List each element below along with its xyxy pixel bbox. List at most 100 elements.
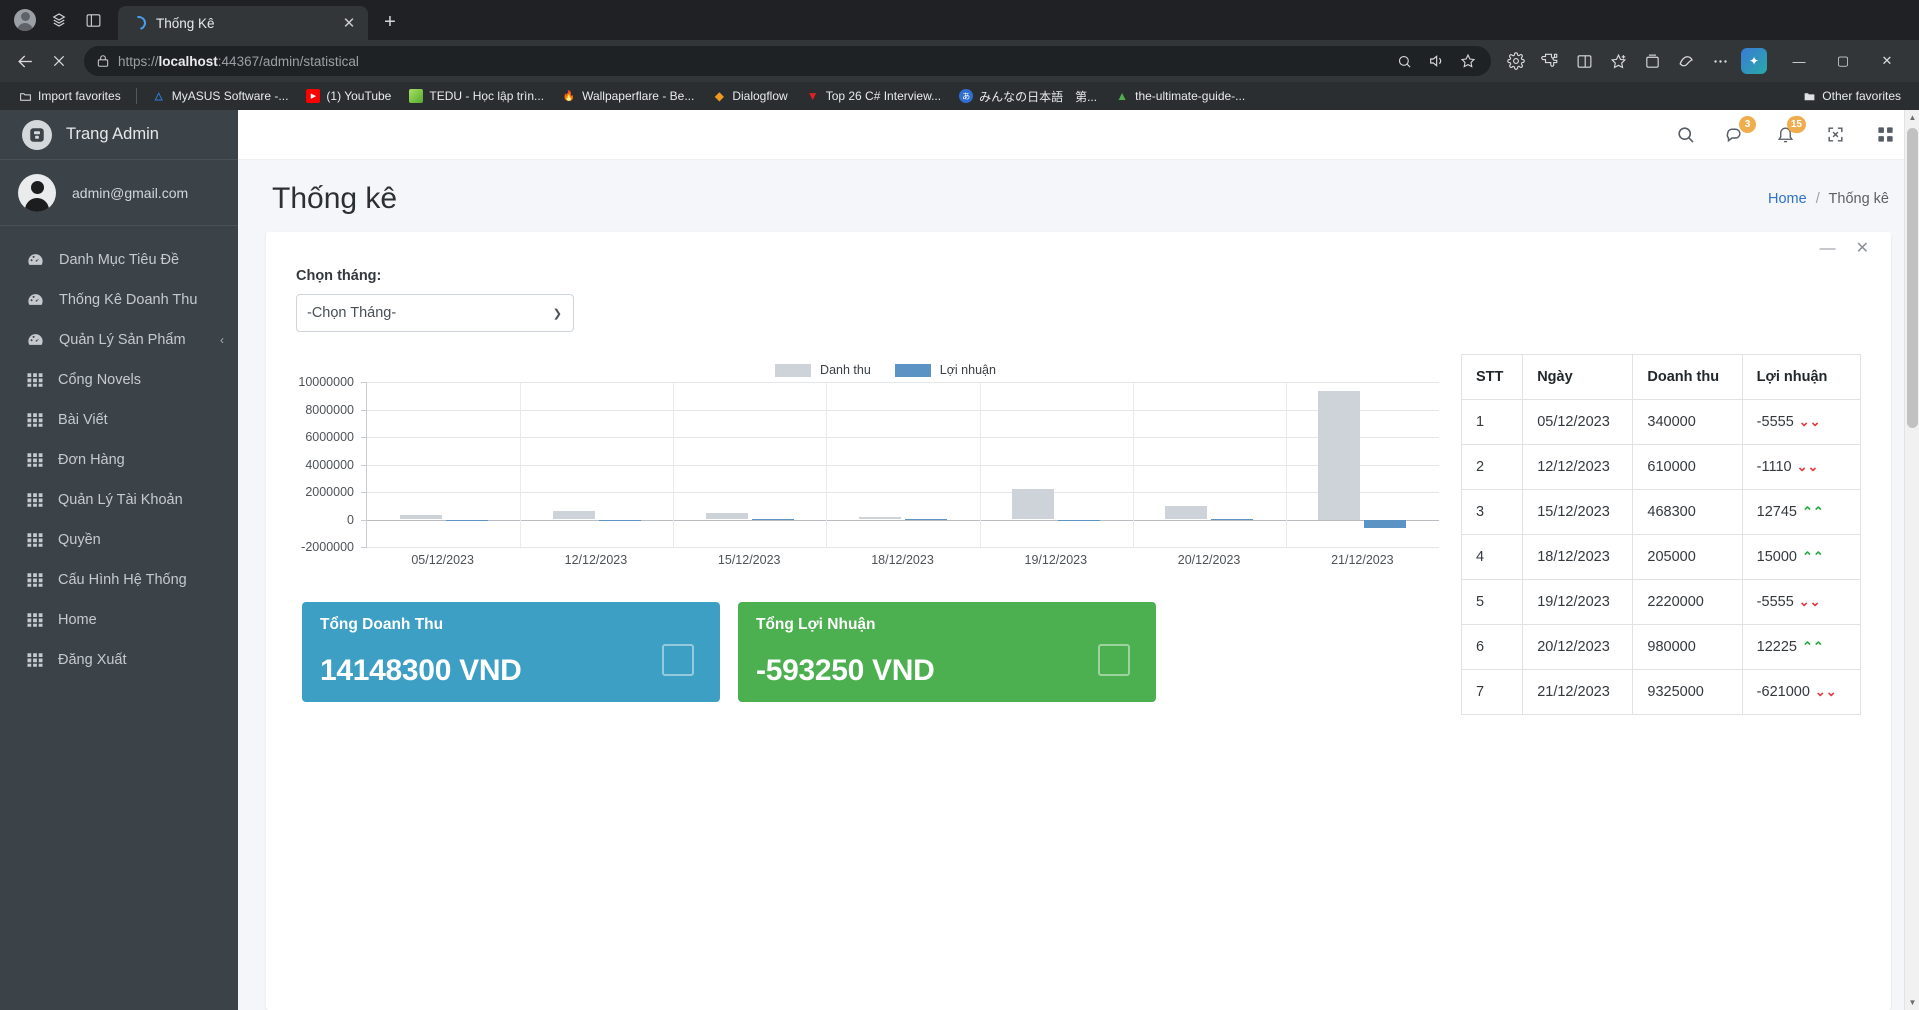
chart-bar-danh-thu[interactable] bbox=[858, 516, 901, 520]
chart-bar-lợi-nhuận[interactable] bbox=[598, 519, 641, 521]
sidebar-user[interactable]: admin@gmail.com bbox=[0, 160, 238, 226]
bookmark-item[interactable]: TEDU - Học lập trìn... bbox=[401, 86, 552, 106]
chevron-left-icon[interactable]: ‹ bbox=[220, 333, 224, 347]
summary-card-0[interactable]: Tổng Doanh Thu 14148300 VND bbox=[302, 602, 720, 702]
square-icon bbox=[662, 644, 694, 676]
close-window-button[interactable]: ✕ bbox=[1865, 40, 1909, 82]
chart-bar-danh-thu[interactable] bbox=[399, 514, 442, 520]
extensions-puzzle-icon[interactable] bbox=[1535, 46, 1565, 76]
chart-bar-danh-thu[interactable] bbox=[552, 511, 595, 520]
fullscreen-icon[interactable] bbox=[1823, 123, 1847, 147]
sidebar-item-3[interactable]: Cổng Novels bbox=[0, 360, 238, 400]
summary-card-1[interactable]: Tổng Lợi Nhuận -593250 VND bbox=[738, 602, 1156, 702]
sidebar-item-9[interactable]: Home bbox=[0, 600, 238, 640]
split-screen-icon[interactable] bbox=[76, 3, 110, 37]
table-row[interactable]: 6 20/12/2023 980000 12225 ⌃⌃ bbox=[1460, 624, 1862, 670]
table-cell-stt: 3 bbox=[1460, 489, 1524, 535]
month-select[interactable]: -Chọn Tháng- bbox=[296, 294, 574, 332]
bookmark-label: Top 26 C# Interview... bbox=[825, 89, 942, 103]
sidebar-item-1[interactable]: Thống Kê Doanh Thu bbox=[0, 280, 238, 320]
bookmark-item[interactable]: 🔥 Wallpaperflare - Be... bbox=[554, 86, 702, 106]
favorite-star-icon[interactable] bbox=[1453, 48, 1483, 74]
bookmark-item[interactable]: ◆ Dialogflow bbox=[704, 86, 795, 106]
apps-grid-icon[interactable] bbox=[1873, 123, 1897, 147]
chart-bar-danh-thu[interactable] bbox=[705, 513, 748, 520]
sidebar-item-label: Cấu Hình Hệ Thống bbox=[58, 572, 187, 588]
browser-essentials-icon[interactable] bbox=[1671, 46, 1701, 76]
table-cell-loinhuan: -5555 ⌄⌄ bbox=[1741, 579, 1862, 625]
chart-bar-lợi-nhuận[interactable] bbox=[1364, 519, 1407, 529]
browser-tab-active[interactable]: Thống Kê ✕ bbox=[118, 6, 368, 40]
chart-bar-lợi-nhuận[interactable] bbox=[1058, 519, 1101, 521]
table-row[interactable]: 5 19/12/2023 2220000 -5555 ⌄⌄ bbox=[1460, 579, 1862, 625]
messages-icon[interactable]: 3 bbox=[1723, 115, 1756, 147]
bookmark-item[interactable]: ▲ the-ultimate-guide-... bbox=[1107, 86, 1253, 106]
add-favorite-icon[interactable] bbox=[1603, 46, 1633, 76]
new-tab-button[interactable]: + bbox=[374, 6, 406, 38]
maximize-window-button[interactable]: ▢ bbox=[1821, 40, 1865, 82]
sidebar: Trang Admin admin@gmail.com Danh Mục Tiê… bbox=[0, 110, 238, 1010]
sidebar-item-5[interactable]: Đơn Hàng bbox=[0, 440, 238, 480]
trend-down-icon: ⌄⌄ bbox=[1798, 414, 1821, 429]
gauge-icon bbox=[26, 331, 45, 350]
bookmark-item[interactable]: あ みんなの日本語 第... bbox=[951, 85, 1105, 108]
bookmark-label: Import favorites bbox=[38, 89, 121, 103]
minimize-window-button[interactable]: — bbox=[1777, 40, 1821, 82]
profile-avatar-button[interactable] bbox=[8, 3, 42, 37]
grid-icon bbox=[26, 371, 44, 389]
settings-more-icon[interactable] bbox=[1705, 46, 1735, 76]
chart-bar-lợi-nhuận[interactable] bbox=[904, 519, 947, 521]
chart-bar-danh-thu[interactable] bbox=[1012, 488, 1055, 520]
split-tab-icon[interactable] bbox=[1569, 46, 1599, 76]
read-aloud-icon[interactable] bbox=[1421, 48, 1451, 74]
legend-item-1[interactable]: Lợi nhuận bbox=[894, 363, 996, 377]
sidebar-item-8[interactable]: Cấu Hình Hệ Thống bbox=[0, 560, 238, 600]
back-button-icon[interactable] bbox=[10, 46, 40, 76]
sidebar-item-2[interactable]: Quản Lý Sản Phẩm ‹ bbox=[0, 320, 238, 360]
chart-bar-danh-thu[interactable] bbox=[1165, 506, 1208, 520]
bookmark-item[interactable]: Import favorites bbox=[10, 86, 129, 106]
table-row[interactable]: 1 05/12/2023 340000 -5555 ⌄⌄ bbox=[1460, 399, 1862, 445]
sidebar-item-10[interactable]: Đăng Xuất bbox=[0, 640, 238, 680]
scroll-up-arrow-icon[interactable]: ▲ bbox=[1905, 110, 1919, 125]
grid-icon bbox=[26, 611, 44, 629]
search-icon[interactable] bbox=[1673, 123, 1697, 147]
other-favorites-button[interactable]: Other favorites bbox=[1794, 86, 1909, 106]
sidebar-item-6[interactable]: Quản Lý Tài Khoản bbox=[0, 480, 238, 520]
card-minimize-button[interactable]: — bbox=[1820, 241, 1836, 257]
scrollbar-thumb[interactable] bbox=[1907, 128, 1918, 428]
address-bar[interactable]: https://localhost:44367/admin/statistica… bbox=[84, 46, 1491, 76]
table-cell-doanhthu: 205000 bbox=[1632, 534, 1743, 580]
stop-loading-icon[interactable] bbox=[44, 46, 74, 76]
collections-icon[interactable] bbox=[1637, 46, 1667, 76]
table-row[interactable]: 7 21/12/2023 9325000 -621000 ⌄⌄ bbox=[1460, 669, 1862, 715]
bell-icon[interactable]: 15 bbox=[1773, 115, 1806, 147]
sidebar-item-7[interactable]: Quyền bbox=[0, 520, 238, 560]
bookmark-item[interactable]: ▶ (1) YouTube bbox=[298, 86, 399, 106]
extensions-settings-icon[interactable] bbox=[1501, 46, 1531, 76]
scroll-down-arrow-icon[interactable]: ▼ bbox=[1905, 995, 1919, 1010]
tab-close-icon[interactable]: ✕ bbox=[338, 12, 360, 34]
bookmark-item[interactable]: ▼ Top 26 C# Interview... bbox=[798, 86, 949, 106]
summary-card-title: Tổng Lợi Nhuận bbox=[756, 616, 876, 633]
search-in-page-icon[interactable] bbox=[1389, 48, 1419, 74]
card-close-button[interactable]: ✕ bbox=[1856, 241, 1869, 257]
table-row[interactable]: 4 18/12/2023 205000 15000 ⌃⌃ bbox=[1460, 534, 1862, 580]
sidebar-item-4[interactable]: Bài Viết bbox=[0, 400, 238, 440]
page-scrollbar[interactable]: ▲ ▼ bbox=[1904, 110, 1919, 1010]
sidebar-item-0[interactable]: Danh Mục Tiêu Đề bbox=[0, 240, 238, 280]
bookmark-item[interactable]: △ MyASUS Software -... bbox=[144, 86, 297, 106]
table-row[interactable]: 3 15/12/2023 468300 12745 ⌃⌃ bbox=[1460, 489, 1862, 535]
breadcrumb-home[interactable]: Home bbox=[1768, 191, 1807, 207]
table-row[interactable]: 2 12/12/2023 610000 -1110 ⌄⌄ bbox=[1460, 444, 1862, 490]
chart-bar-danh-thu[interactable] bbox=[1318, 391, 1361, 520]
legend-item-0[interactable]: Danh thu bbox=[775, 363, 871, 377]
chart-bar-lợi-nhuận[interactable] bbox=[1211, 519, 1254, 521]
table-column-header-0: STT bbox=[1460, 354, 1524, 400]
chart-bar-lợi-nhuận[interactable] bbox=[445, 519, 488, 521]
chart-bar-lợi-nhuận[interactable] bbox=[751, 519, 794, 521]
sidebar-brand[interactable]: Trang Admin bbox=[0, 110, 238, 160]
copilot-button[interactable]: ✦ bbox=[1739, 46, 1769, 76]
user-email: admin@gmail.com bbox=[72, 184, 189, 201]
tab-search-icon[interactable] bbox=[42, 3, 76, 37]
